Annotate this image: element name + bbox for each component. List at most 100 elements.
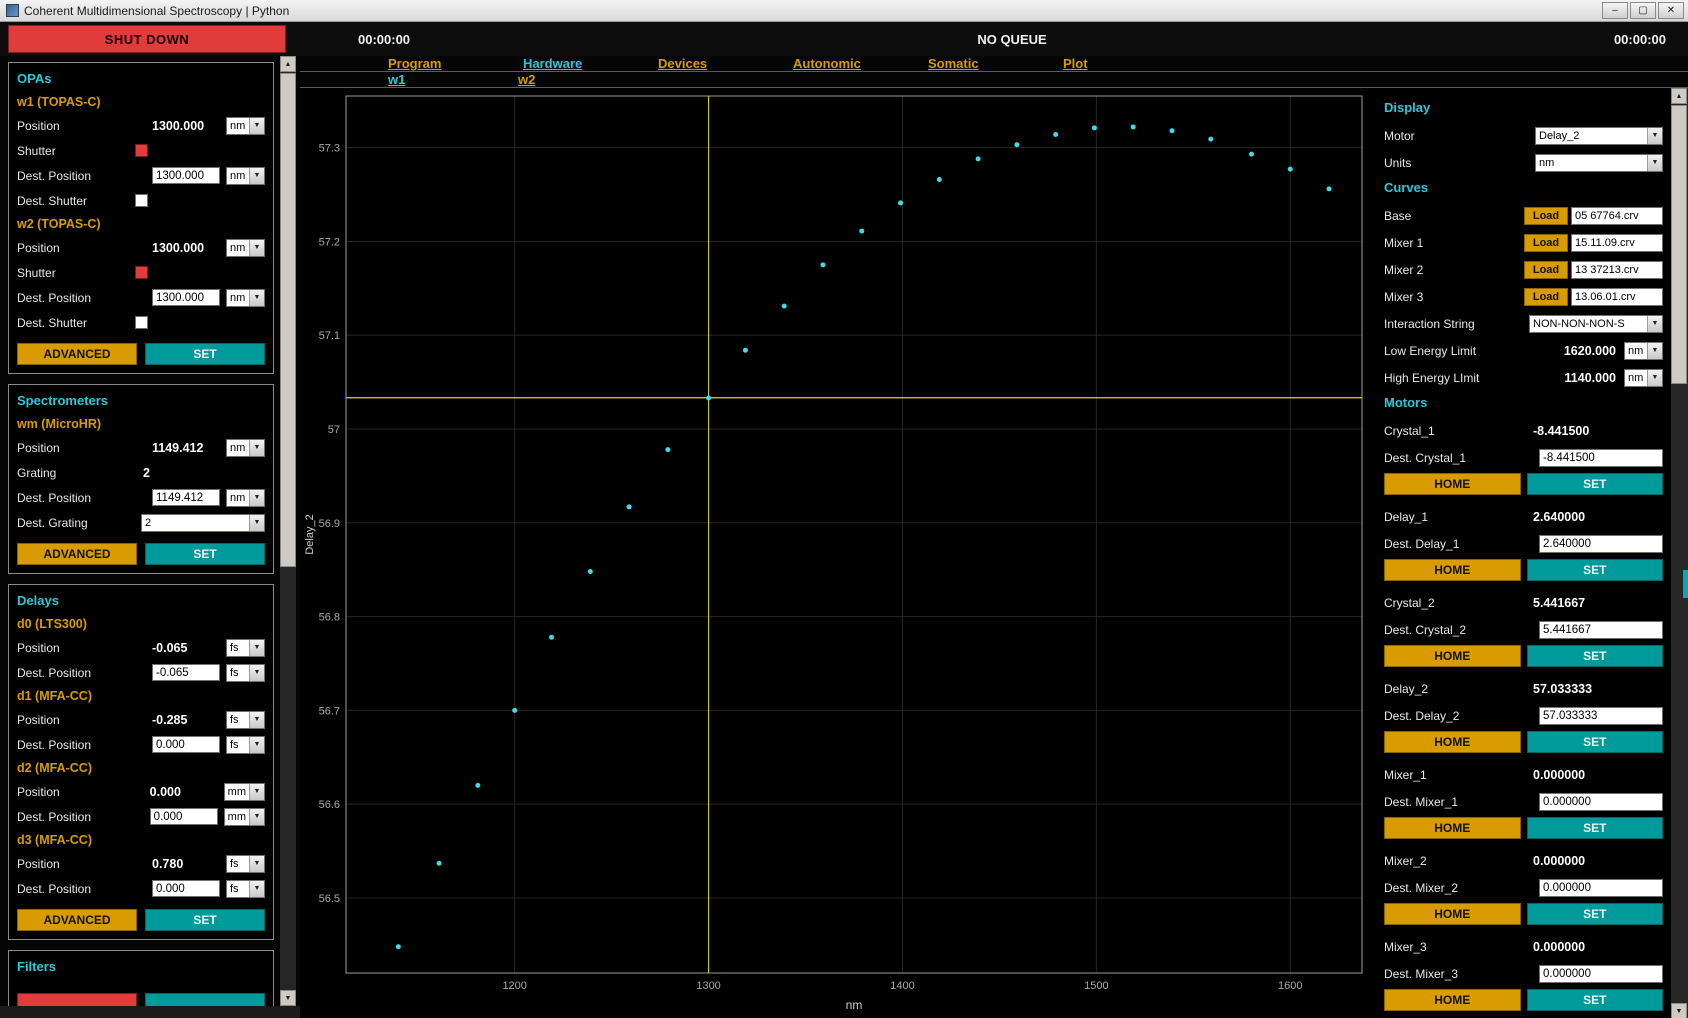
motor-dest-input[interactable] <box>1539 621 1663 639</box>
dest-position-input[interactable] <box>152 664 220 681</box>
dest-position-input[interactable] <box>152 167 220 184</box>
section-title-display: Display <box>1376 96 1671 122</box>
position-units-combo[interactable]: fs ▼ <box>226 855 265 873</box>
dest-position-input[interactable] <box>152 489 220 506</box>
home-button[interactable]: HOME <box>1384 559 1521 581</box>
dest-units-combo[interactable]: fs ▼ <box>226 664 265 682</box>
load-curve-button[interactable]: Load <box>1524 261 1568 279</box>
home-button[interactable]: HOME <box>1384 473 1521 495</box>
filters-red-button[interactable] <box>17 993 137 1006</box>
curve-file-input[interactable] <box>1571 234 1663 252</box>
svg-text:56.8: 56.8 <box>319 612 340 624</box>
home-button[interactable]: HOME <box>1384 731 1521 753</box>
home-button[interactable]: HOME <box>1384 645 1521 667</box>
delays-advanced-button[interactable]: ADVANCED <box>17 909 137 931</box>
load-curve-button[interactable]: Load <box>1524 207 1568 225</box>
position-units-combo[interactable]: nm ▼ <box>226 117 265 135</box>
svg-text:57.2: 57.2 <box>319 236 340 248</box>
main-tab[interactable]: Plot <box>1063 56 1198 71</box>
motor-dest-input[interactable] <box>1539 793 1663 811</box>
motor-combo[interactable]: Delay_2 ▼ <box>1535 127 1663 145</box>
dest-units-combo[interactable]: nm ▼ <box>226 489 265 507</box>
low-energy-units-combo[interactable]: nm ▼ <box>1624 342 1663 360</box>
curve-file-input[interactable] <box>1571 207 1663 225</box>
position-units-combo[interactable]: fs ▼ <box>226 711 265 729</box>
dest-shutter-checkbox[interactable] <box>135 316 148 329</box>
units-combo[interactable]: nm ▼ <box>1535 154 1663 172</box>
main-tab[interactable]: Program <box>388 56 523 71</box>
titlebar: Coherent Multidimensional Spectroscopy |… <box>0 0 1688 22</box>
position-units-combo[interactable]: fs ▼ <box>226 639 265 657</box>
dest-shutter-checkbox[interactable] <box>135 194 148 207</box>
main-tab[interactable]: Autonomic <box>793 56 928 71</box>
main-tab[interactable]: Hardware <box>523 56 658 71</box>
scroll-down-icon[interactable]: ▼ <box>1671 1003 1687 1018</box>
spectrometers-set-button[interactable]: SET <box>145 543 265 565</box>
home-button[interactable]: HOME <box>1384 817 1521 839</box>
svg-text:1300: 1300 <box>696 980 720 992</box>
motor-dest-input[interactable] <box>1539 535 1663 553</box>
section-title-motors: Motors <box>1376 391 1671 417</box>
scrollbar-thumb[interactable] <box>280 73 296 567</box>
interaction-string-combo[interactable]: NON-NON-NON-S ▼ <box>1529 315 1663 333</box>
svg-text:1500: 1500 <box>1084 980 1108 992</box>
right-scrollbar[interactable]: ▲ ▼ <box>1671 88 1688 1018</box>
spectrometers-advanced-button[interactable]: ADVANCED <box>17 543 137 565</box>
set-button[interactable]: SET <box>1527 559 1664 581</box>
motor-dest-input[interactable] <box>1539 707 1663 725</box>
home-button[interactable]: HOME <box>1384 903 1521 925</box>
svg-text:57.1: 57.1 <box>319 330 340 342</box>
set-button[interactable]: SET <box>1527 731 1664 753</box>
high-energy-units-combo[interactable]: nm ▼ <box>1624 369 1663 387</box>
dest-units-combo[interactable]: fs ▼ <box>226 736 265 754</box>
motor-dest-input[interactable] <box>1539 449 1663 467</box>
dest-units-combo[interactable]: fs ▼ <box>226 880 265 898</box>
position-units-combo[interactable]: nm ▼ <box>226 239 265 257</box>
motor-dest-input[interactable] <box>1539 879 1663 897</box>
scroll-up-icon[interactable]: ▲ <box>280 56 296 72</box>
scrollbar-thumb[interactable] <box>1671 105 1687 384</box>
tuning-curve-plot[interactable]: 1200130014001500160056.556.656.756.856.9… <box>300 88 1376 1018</box>
main-tab[interactable]: Somatic <box>928 56 1063 71</box>
delays-set-button[interactable]: SET <box>145 909 265 931</box>
hardware-subtab[interactable]: w1 <box>388 72 518 87</box>
scroll-up-icon[interactable]: ▲ <box>1671 88 1687 104</box>
close-button[interactable]: ✕ <box>1658 2 1684 19</box>
minimize-button[interactable]: – <box>1602 2 1628 19</box>
maximize-button[interactable]: ▢ <box>1630 2 1656 19</box>
low-energy-limit-label: Low Energy Limit <box>1384 344 1544 358</box>
dest-position-input[interactable] <box>150 808 218 825</box>
dest-units-combo[interactable]: nm ▼ <box>226 289 265 307</box>
dest-position-input[interactable] <box>152 736 220 753</box>
set-button[interactable]: SET <box>1527 473 1664 495</box>
opas-advanced-button[interactable]: ADVANCED <box>17 343 137 365</box>
curve-file-input[interactable] <box>1571 261 1663 279</box>
home-button[interactable]: HOME <box>1384 989 1521 1011</box>
main-tab[interactable]: Devices <box>658 56 793 71</box>
dest-units-combo[interactable]: mm ▼ <box>224 808 265 826</box>
opas-set-button[interactable]: SET <box>145 343 265 365</box>
set-button[interactable]: SET <box>1527 645 1664 667</box>
position-units-combo[interactable]: nm ▼ <box>226 439 265 457</box>
dest-grating-combo[interactable]: 2 ▼ <box>141 514 265 532</box>
dest-position-row: Dest. Position fs ▼ <box>17 660 265 685</box>
set-button[interactable]: SET <box>1527 817 1664 839</box>
dest-units-combo[interactable]: nm ▼ <box>226 167 265 185</box>
hardware-subtab[interactable]: w2 <box>518 72 648 87</box>
dest-position-input[interactable] <box>152 880 220 897</box>
motor-name: Delay_1 <box>1384 510 1533 524</box>
motor-buttons-row: HOME SET <box>1376 643 1671 675</box>
dest-position-input[interactable] <box>152 289 220 306</box>
motor-dest-input[interactable] <box>1539 965 1663 983</box>
curve-file-input[interactable] <box>1571 288 1663 306</box>
shutdown-button[interactable]: SHUT DOWN <box>8 25 286 53</box>
left-scrollbar[interactable]: ▲ ▼ <box>280 56 296 1006</box>
position-units-combo[interactable]: mm ▼ <box>224 783 265 801</box>
scroll-down-icon[interactable]: ▼ <box>280 990 296 1006</box>
load-curve-button[interactable]: Load <box>1524 234 1568 252</box>
set-button[interactable]: SET <box>1527 989 1664 1011</box>
plot-canvas[interactable]: 1200130014001500160056.556.656.756.856.9… <box>300 88 1376 1018</box>
load-curve-button[interactable]: Load <box>1524 288 1568 306</box>
filters-set-button[interactable] <box>145 993 265 1006</box>
set-button[interactable]: SET <box>1527 903 1664 925</box>
